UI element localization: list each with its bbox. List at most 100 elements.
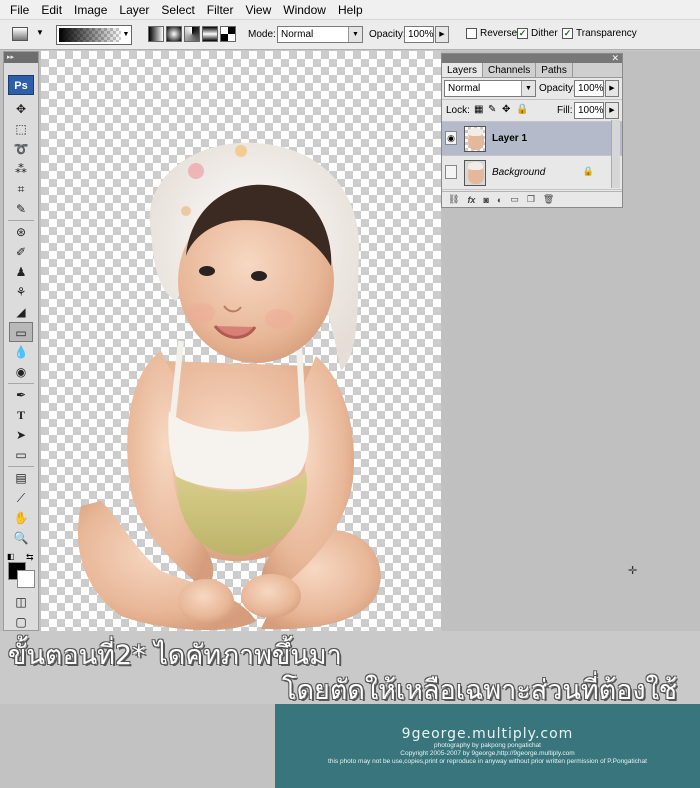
opacity-label: Opacity: [369, 29, 406, 40]
blend-row: Normal ▼ Opacity: 100% ▶ [442, 78, 622, 100]
mode-select[interactable]: Normal ▼ [277, 26, 363, 43]
tab-channels[interactable]: Channels [483, 63, 537, 77]
chevron-down-icon: ▼ [348, 27, 362, 42]
lock-position-icon[interactable]: ✥ [502, 104, 510, 115]
chevron-down-icon[interactable]: ▼ [122, 28, 130, 42]
linear-gradient-icon[interactable] [148, 26, 164, 42]
layer-opacity-label: Opacity: [539, 83, 576, 94]
adjustment-layer-icon[interactable]: ◐ [497, 195, 502, 205]
layer-opacity-input[interactable]: 100% [574, 80, 604, 97]
lock-row: Lock: ▦ ✎ ✥ 🔒 Fill: 100% ▶ [442, 100, 622, 122]
footer-filler [0, 704, 275, 788]
fill-slider-button[interactable]: ▶ [605, 102, 619, 119]
cutout-photo [77, 142, 381, 631]
clone-stamp-icon[interactable]: ♟ [9, 262, 33, 282]
new-layer-icon[interactable]: ❐ [527, 194, 535, 205]
eyedropper-tool-icon[interactable]: ⟋ [9, 488, 33, 508]
menu-bar: File Edit Image Layer Select Filter View… [0, 0, 700, 20]
baby-tank-strap-right [296, 345, 306, 417]
move-tool-icon[interactable]: ✥ [9, 99, 33, 119]
brush-tool-icon[interactable]: ✐ [9, 242, 33, 262]
new-group-icon[interactable]: ▭ [510, 194, 519, 205]
notes-tool-icon[interactable]: ▤ [9, 468, 33, 488]
diamond-gradient-icon[interactable] [220, 26, 236, 42]
layer-thumbnail [464, 160, 486, 186]
crop-tool-icon[interactable]: ⌗ [9, 179, 33, 199]
menu-help[interactable]: Help [332, 3, 369, 17]
healing-brush-icon[interactable]: ⊛ [9, 222, 33, 242]
history-brush-icon[interactable]: ⚘ [9, 282, 33, 302]
dodge-tool-icon[interactable]: ◉ [9, 362, 33, 382]
gradient-picker[interactable]: ▼ [56, 25, 132, 45]
gradient-tool-icon[interactable]: ▭ [9, 322, 33, 342]
chevron-down-icon[interactable]: ▼ [36, 28, 44, 37]
toolbox-header[interactable]: ▸▸ [4, 52, 38, 63]
lasso-tool-icon[interactable]: ➰ [9, 139, 33, 159]
tab-layers[interactable]: Layers [442, 63, 484, 77]
reflected-gradient-icon[interactable] [202, 26, 218, 42]
watermark-notice: this photo may not be use,copies,print o… [328, 758, 647, 765]
layer-mask-icon[interactable]: ◙ [483, 195, 488, 205]
gradient-tool-preset-icon[interactable] [12, 27, 28, 41]
opacity-input[interactable]: 100% [404, 26, 434, 43]
radial-gradient-icon[interactable] [166, 26, 182, 42]
layer-name[interactable]: Background [492, 167, 545, 178]
layer-opacity-slider-button[interactable]: ▶ [605, 80, 619, 97]
document-canvas[interactable] [41, 51, 441, 631]
default-colors-icon[interactable]: ◧ [7, 552, 15, 561]
pen-tool-icon[interactable]: ✒ [9, 385, 33, 405]
type-tool-icon[interactable]: T [9, 405, 33, 425]
menu-layer[interactable]: Layer [113, 3, 155, 17]
swap-colors-icon[interactable]: ⇆ [26, 552, 34, 563]
baby-right-hand [241, 574, 301, 618]
transparency-checkbox[interactable]: ✓ Transparency [562, 28, 637, 39]
eraser-tool-icon[interactable]: ◢ [9, 302, 33, 322]
hand-tool-icon[interactable]: ✋ [9, 508, 33, 528]
fill-label: Fill: [557, 105, 573, 116]
layer-row[interactable]: Background 🔒 [442, 156, 622, 190]
layers-scrollbar[interactable] [611, 120, 620, 188]
menu-file[interactable]: File [4, 3, 35, 17]
shape-tool-icon[interactable]: ▭ [9, 445, 33, 465]
menu-image[interactable]: Image [68, 3, 113, 17]
menu-filter[interactable]: Filter [201, 3, 240, 17]
trash-icon[interactable]: 🗑 [543, 194, 554, 205]
magic-wand-tool-icon[interactable]: ⁂ [9, 159, 33, 179]
background-color[interactable] [17, 570, 35, 588]
blur-tool-icon[interactable]: 💧 [9, 342, 33, 362]
lock-transparent-icon[interactable]: ▦ [474, 104, 483, 115]
layer-style-icon[interactable]: fx [467, 195, 475, 205]
menu-select[interactable]: Select [155, 3, 200, 17]
fill-input[interactable]: 100% [574, 102, 604, 119]
layer-row[interactable]: ◉ Layer 1 [442, 122, 622, 156]
mode-value: Normal [281, 29, 314, 40]
watermark-box: 9george.multiply.com photography by pakp… [275, 704, 700, 788]
layer-thumbnail [464, 126, 486, 152]
menu-edit[interactable]: Edit [35, 3, 68, 17]
menu-window[interactable]: Window [277, 3, 332, 17]
zoom-tool-icon[interactable]: 🔍 [9, 528, 33, 548]
link-layers-icon[interactable]: ⛓ [448, 194, 459, 205]
tab-paths[interactable]: Paths [536, 63, 573, 77]
eye-icon[interactable]: ◉ [445, 131, 457, 145]
menu-view[interactable]: View [239, 3, 277, 17]
angle-gradient-icon[interactable] [184, 26, 200, 42]
quick-mask-icon[interactable]: ◫ [9, 592, 33, 612]
dither-checkbox[interactable]: ✓ Dither [517, 28, 558, 39]
gradient-preview [59, 28, 121, 42]
opacity-slider-button[interactable]: ▶ [435, 26, 449, 43]
blend-mode-select[interactable]: Normal ▼ [444, 80, 536, 97]
lock-image-icon[interactable]: ✎ [488, 104, 496, 115]
reverse-checkbox[interactable]: Reverse [466, 28, 517, 39]
slice-tool-icon[interactable]: ✎ [9, 199, 33, 219]
lock-all-icon[interactable]: 🔒 [516, 104, 528, 115]
path-selection-icon[interactable]: ➤ [9, 425, 33, 445]
marquee-tool-icon[interactable]: ⬚ [9, 119, 33, 139]
layer-name[interactable]: Layer 1 [492, 133, 527, 144]
screen-mode-icon[interactable]: ▢ [9, 612, 33, 632]
visibility-toggle[interactable] [445, 165, 457, 179]
panel-title-bar[interactable] [442, 54, 622, 63]
options-bar: ▼ ▼ Mode: Normal ▼ Opacity: 100% ▶ Rever… [0, 20, 700, 50]
chevron-down-icon: ▼ [521, 81, 535, 96]
close-icon[interactable]: ✕ [611, 53, 619, 64]
